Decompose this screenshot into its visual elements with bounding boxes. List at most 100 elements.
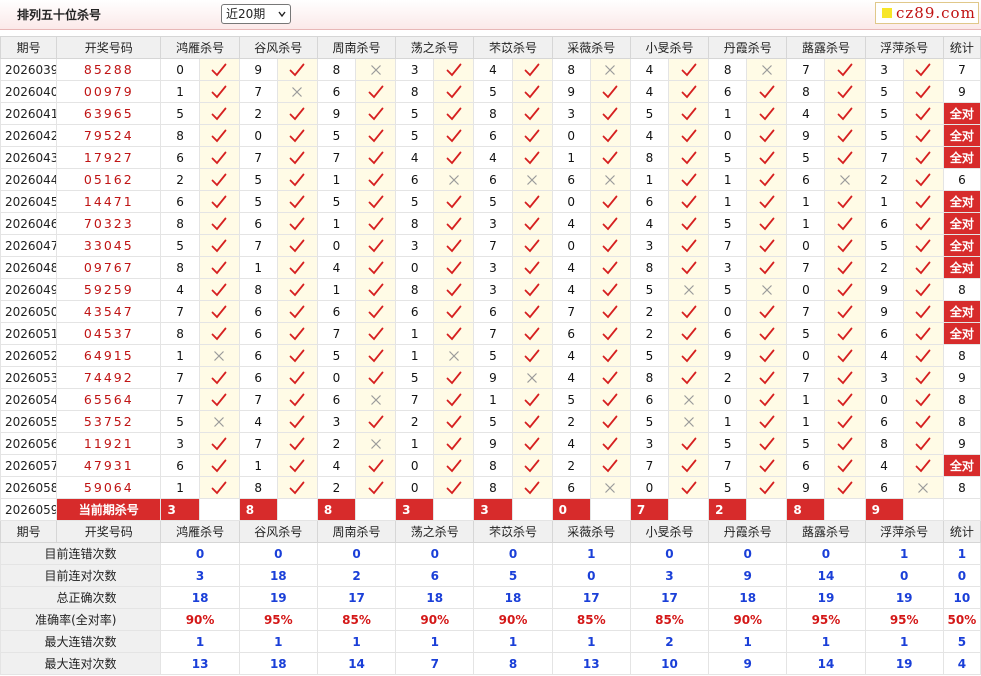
pick-number-cell: 4 [629, 80, 669, 103]
table-row: 2026053 74492 7 6 0 5 9 4 8 2 7 3 9 [0, 366, 981, 389]
period-cell: 2026040 [0, 80, 58, 103]
pick-number-cell: 7 [238, 146, 278, 169]
correct-mark-cell [276, 300, 318, 323]
stats-value: 1 [864, 542, 944, 565]
pick-number-cell: 5 [238, 168, 278, 191]
pick-number-cell: 6 [238, 300, 278, 323]
correct-mark-cell [433, 256, 475, 279]
header-period: 期号 [0, 520, 58, 543]
cross-icon [683, 395, 694, 405]
correct-mark-cell [198, 476, 240, 499]
stats-value: 9 [708, 652, 788, 675]
check-icon [759, 151, 775, 165]
correct-mark-cell [667, 80, 710, 103]
correct-mark-cell [276, 102, 318, 125]
correct-mark-cell [667, 124, 710, 147]
correct-mark-cell [511, 476, 553, 499]
check-icon [211, 151, 227, 165]
pick-number-cell: 5 [864, 80, 904, 103]
check-icon [759, 107, 775, 121]
correct-mark-cell [355, 146, 397, 169]
correct-mark-cell [902, 344, 944, 367]
check-icon [602, 459, 618, 473]
period-cell: 2026053 [0, 366, 58, 389]
check-icon [368, 195, 383, 209]
current-pick-spacer [902, 498, 944, 521]
stats-value: 3 [629, 564, 710, 587]
wrong-mark-cell [355, 388, 397, 411]
check-icon [759, 195, 775, 209]
correct-mark-cell [589, 278, 631, 301]
current-pick-cell: 3 [395, 498, 435, 521]
check-icon [837, 437, 853, 451]
correct-mark-cell [433, 366, 475, 389]
draw-number-cell: 63965 [56, 102, 162, 125]
header-expert-7: 丹霞杀号 [708, 520, 788, 543]
check-icon [446, 459, 462, 473]
correct-mark-cell [433, 212, 475, 235]
correct-mark-cell [589, 300, 631, 323]
current-pick-cell: 0 [551, 498, 591, 521]
correct-mark-cell [198, 322, 240, 345]
correct-mark-cell [902, 388, 944, 411]
correct-mark-cell [511, 212, 553, 235]
total-cell: 9 [942, 366, 981, 389]
correct-mark-cell [667, 58, 710, 81]
correct-mark-cell [198, 146, 240, 169]
cross-icon [370, 439, 381, 449]
check-icon [837, 151, 853, 165]
pick-number-cell: 9 [864, 278, 904, 301]
check-icon [837, 459, 853, 473]
stats-value: 85% [316, 608, 397, 631]
correct-mark-cell [511, 102, 553, 125]
pick-number-cell: 1 [786, 190, 826, 213]
pick-number-cell: 6 [238, 366, 278, 389]
pick-number-cell: 7 [238, 80, 278, 103]
wrong-mark-cell [667, 388, 710, 411]
pick-number-cell: 9 [551, 80, 591, 103]
header-draw-number: 开奖号码 [56, 520, 162, 543]
pick-number-cell: 8 [160, 212, 200, 235]
pick-number-cell: 7 [160, 388, 200, 411]
correct-mark-cell [276, 278, 318, 301]
pick-number-cell: 7 [238, 388, 278, 411]
check-icon [524, 217, 540, 231]
current-pick-spacer [746, 498, 788, 521]
correct-mark-cell [511, 146, 553, 169]
pick-number-cell: 1 [629, 168, 669, 191]
check-icon [759, 85, 775, 99]
stats-value: 8 [473, 652, 553, 675]
check-icon [211, 129, 227, 143]
correct-mark-cell [589, 322, 631, 345]
pick-number-cell: 8 [629, 146, 669, 169]
period-cell: 2026047 [0, 234, 58, 257]
period-cell: 2026048 [0, 256, 58, 279]
cross-icon [527, 175, 537, 185]
site-logo[interactable]: cz89.com [875, 2, 979, 24]
wrong-mark-cell [902, 476, 944, 499]
correct-mark-cell [902, 366, 944, 389]
stats-label: 最大连错次数 [0, 630, 162, 653]
correct-mark-cell [276, 234, 318, 257]
correct-mark-cell [355, 234, 397, 257]
pick-number-cell: 6 [316, 80, 357, 103]
correct-mark-cell [511, 454, 553, 477]
current-pick-cell: 8 [786, 498, 826, 521]
correct-mark-cell [433, 300, 475, 323]
check-icon [915, 415, 931, 429]
check-icon [368, 305, 383, 319]
stats-value: 1 [708, 630, 788, 653]
correct-mark-cell [824, 476, 866, 499]
all-correct-badge: 全对 [942, 322, 981, 345]
period-range-select[interactable]: 近20期 [221, 4, 291, 24]
stats-label: 目前连错次数 [0, 542, 162, 565]
header-expert-1: 谷风杀号 [238, 520, 318, 543]
pick-number-cell: 8 [629, 366, 669, 389]
check-icon [289, 283, 305, 297]
stats-value: 19 [864, 652, 944, 675]
correct-mark-cell [355, 300, 397, 323]
check-icon [368, 129, 383, 143]
pick-number-cell: 1 [160, 476, 200, 499]
check-icon [446, 305, 462, 319]
check-icon [602, 327, 618, 341]
